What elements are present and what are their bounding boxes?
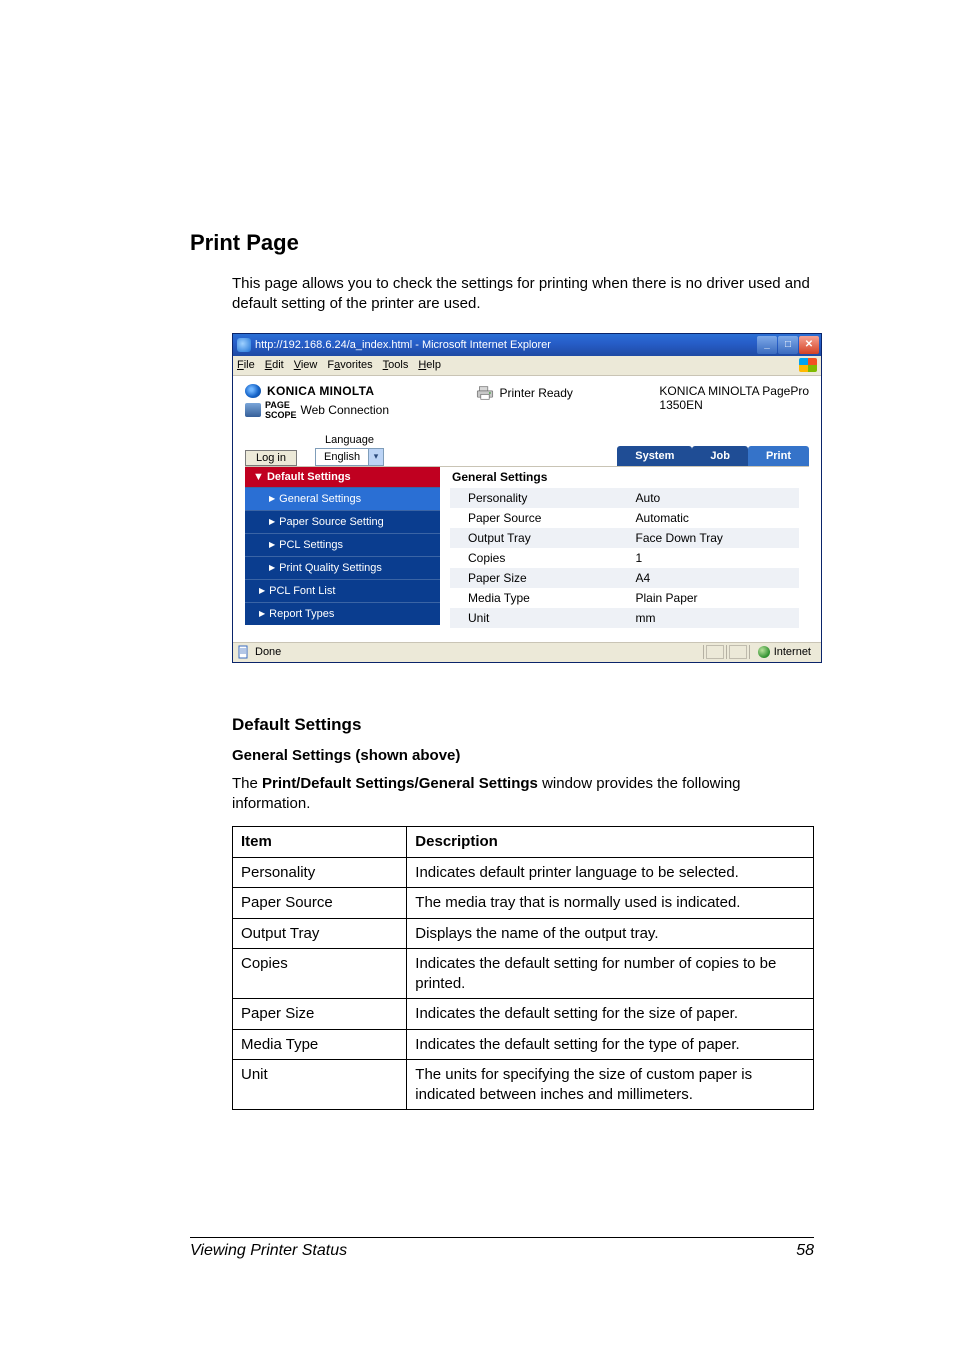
status-slot xyxy=(706,645,724,659)
td-desc: Indicates the default setting for the si… xyxy=(407,999,814,1030)
nav-header-default-settings[interactable]: ▼ Default Settings xyxy=(245,467,440,487)
tab-job[interactable]: Job xyxy=(692,446,748,466)
td-item: Paper Source xyxy=(233,888,407,919)
status-slot xyxy=(729,645,747,659)
language-label: Language xyxy=(325,434,374,446)
windows-logo-icon xyxy=(799,358,817,372)
kv-val: Automatic xyxy=(618,508,799,528)
triangle-right-icon: ▶ xyxy=(269,494,275,503)
kv-key: Personality xyxy=(450,488,618,508)
ie-menubar: File Edit View Favorites Tools Help xyxy=(233,356,821,376)
settings-table: PersonalityAuto Paper SourceAutomatic Ou… xyxy=(450,488,799,628)
kv-key: Output Tray xyxy=(450,528,618,548)
footer-title: Viewing Printer Status xyxy=(190,1242,347,1260)
nav-item-pcl-font-list[interactable]: ▶PCL Font List xyxy=(245,579,440,602)
lead-paragraph: The Print/Default Settings/General Setti… xyxy=(232,774,814,815)
kv-val: mm xyxy=(618,608,799,628)
ie-status-bar: Done Internet xyxy=(233,642,821,662)
td-item: Media Type xyxy=(233,1029,407,1060)
nav-item-print-quality[interactable]: ▶Print Quality Settings xyxy=(245,556,440,579)
ie-logo-icon xyxy=(237,338,251,352)
td-item: Unit xyxy=(233,1060,407,1110)
td-desc: The units for specifying the size of cus… xyxy=(407,1060,814,1110)
brand-product: Web Connection xyxy=(301,403,390,417)
td-desc: The media tray that is normally used is … xyxy=(407,888,814,919)
login-button[interactable]: Log in xyxy=(245,450,297,466)
menu-favorites[interactable]: Favorites xyxy=(327,359,372,371)
nav-item-paper-source[interactable]: ▶Paper Source Setting xyxy=(245,510,440,533)
language-value: English xyxy=(316,451,368,463)
kv-key: Copies xyxy=(450,548,618,568)
menu-tools[interactable]: Tools xyxy=(383,359,409,371)
td-item: Personality xyxy=(233,857,407,888)
window-titlebar: http://192.168.6.24/a_index.html - Micro… xyxy=(233,334,821,356)
window-close-button[interactable]: ✕ xyxy=(799,336,819,354)
konica-globe-icon xyxy=(245,384,261,398)
kv-key: Unit xyxy=(450,608,618,628)
tab-print[interactable]: Print xyxy=(748,446,809,466)
triangle-right-icon: ▶ xyxy=(269,563,275,572)
chevron-down-icon: ▾ xyxy=(368,449,383,465)
kv-val: Plain Paper xyxy=(618,588,799,608)
pane-title: General Settings xyxy=(450,470,799,484)
intro-paragraph: This page allows you to check the settin… xyxy=(232,274,814,315)
pagescope-logo-icon xyxy=(245,403,261,417)
td-item: Paper Size xyxy=(233,999,407,1030)
triangle-right-icon: ▶ xyxy=(259,586,265,595)
td-desc: Displays the name of the output tray. xyxy=(407,918,814,949)
screenshot-window: http://192.168.6.24/a_index.html - Micro… xyxy=(232,333,822,663)
triangle-right-icon: ▶ xyxy=(269,517,275,526)
kv-key: Media Type xyxy=(450,588,618,608)
status-zone: Internet xyxy=(774,646,811,658)
right-pane: General Settings PersonalityAuto Paper S… xyxy=(440,467,809,632)
section-heading-default-settings: Default Settings xyxy=(232,715,814,735)
triangle-right-icon: ▶ xyxy=(259,609,265,618)
kv-key: Paper Size xyxy=(450,568,618,588)
status-done: Done xyxy=(255,646,281,658)
model-line1: KONICA MINOLTA PagePro xyxy=(659,384,809,398)
page-footer: Viewing Printer Status 58 xyxy=(190,1237,814,1260)
printer-status: Printer Ready xyxy=(500,386,573,400)
triangle-right-icon: ▶ xyxy=(269,540,275,549)
nav-item-pcl-settings[interactable]: ▶PCL Settings xyxy=(245,533,440,556)
page-heading: Print Page xyxy=(190,230,814,256)
td-desc: Indicates default printer language to be… xyxy=(407,857,814,888)
td-item: Output Tray xyxy=(233,918,407,949)
menu-help[interactable]: Help xyxy=(418,359,441,371)
kv-val: 1 xyxy=(618,548,799,568)
window-minimize-button[interactable]: _ xyxy=(757,336,777,354)
footer-page-number: 58 xyxy=(796,1242,814,1260)
kv-val: A4 xyxy=(618,568,799,588)
td-desc: Indicates the default setting for the ty… xyxy=(407,1029,814,1060)
document-icon xyxy=(237,645,251,659)
left-nav: ▼ Default Settings ▶General Settings ▶Pa… xyxy=(245,467,440,632)
nav-item-general-settings[interactable]: ▶General Settings xyxy=(245,487,440,510)
window-title: http://192.168.6.24/a_index.html - Micro… xyxy=(255,339,551,351)
th-item: Item xyxy=(233,827,407,858)
description-table: Item Description PersonalityIndicates de… xyxy=(232,826,814,1110)
printer-icon xyxy=(476,386,494,400)
tab-system[interactable]: System xyxy=(617,446,692,466)
subsection-heading-general-settings: General Settings (shown above) xyxy=(232,747,814,764)
td-item: Copies xyxy=(233,949,407,999)
window-maximize-button[interactable]: □ xyxy=(778,336,798,354)
model-line2: 1350EN xyxy=(659,398,809,412)
menu-edit[interactable]: Edit xyxy=(265,359,284,371)
td-desc: Indicates the default setting for number… xyxy=(407,949,814,999)
menu-view[interactable]: View xyxy=(294,359,318,371)
menu-file[interactable]: File xyxy=(237,359,255,371)
kv-key: Paper Source xyxy=(450,508,618,528)
kv-val: Face Down Tray xyxy=(618,528,799,548)
nav-item-report-types[interactable]: ▶Report Types xyxy=(245,602,440,625)
language-select[interactable]: English ▾ xyxy=(315,448,384,466)
globe-icon xyxy=(758,646,770,658)
th-description: Description xyxy=(407,827,814,858)
kv-val: Auto xyxy=(618,488,799,508)
brand-company: KONICA MINOLTA xyxy=(267,384,374,398)
